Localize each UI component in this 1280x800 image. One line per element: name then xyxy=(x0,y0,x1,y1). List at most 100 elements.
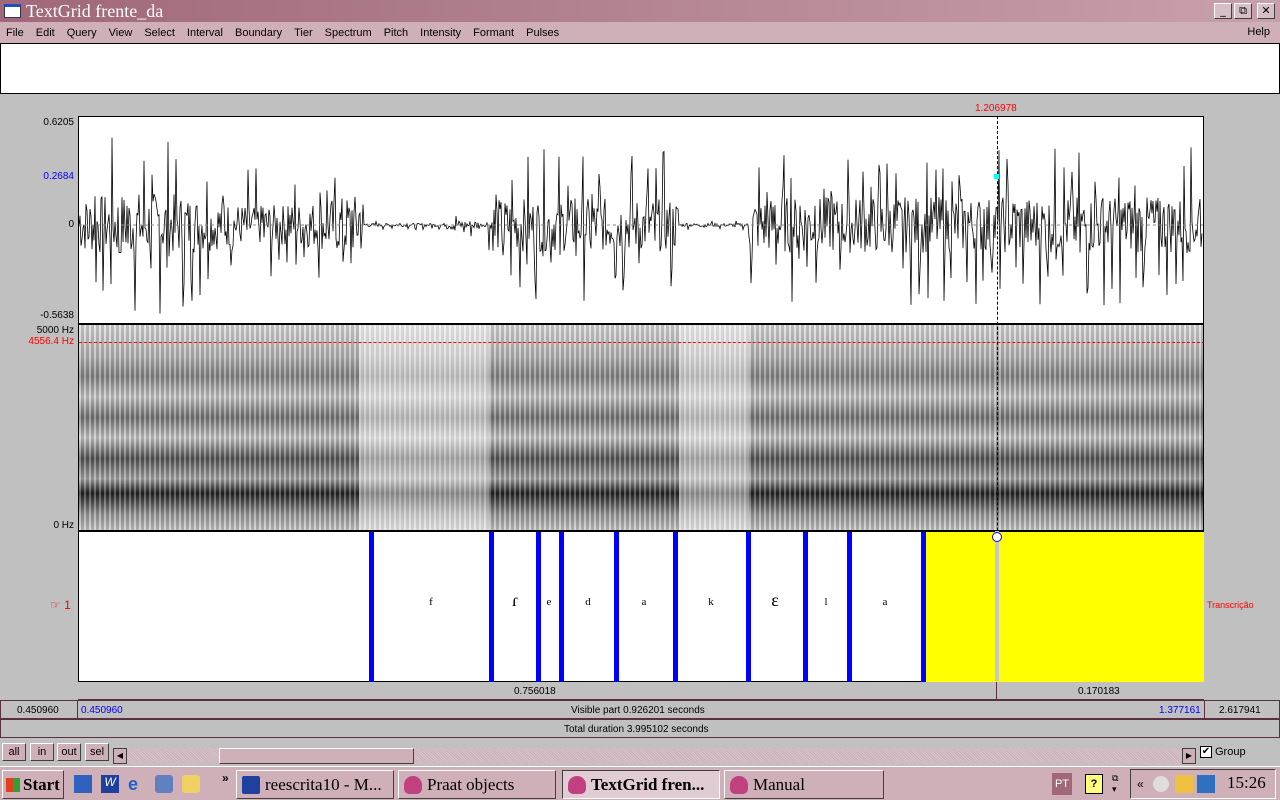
spec-bottom-label: 0 Hz xyxy=(53,520,74,531)
quicklaunch-word-icon[interactable]: W xyxy=(101,775,119,793)
interval-boundary[interactable] xyxy=(847,532,852,682)
help-icon[interactable]: ? xyxy=(1085,774,1103,794)
segment-label[interactable]: ɛ xyxy=(771,590,779,611)
tier-number[interactable]: ☞ 1 xyxy=(50,598,71,612)
visible-part[interactable]: Visible part 0.926201 seconds xyxy=(571,705,705,716)
menu-tier[interactable]: Tier xyxy=(294,27,313,39)
menu-bar: File Edit Query View Select Interval Bou… xyxy=(0,22,1280,43)
app-icon xyxy=(4,4,21,18)
interval-boundary[interactable] xyxy=(559,532,564,682)
total-duration[interactable]: Total duration 3.995102 seconds xyxy=(564,724,709,735)
zoom-in-button[interactable]: in xyxy=(30,743,54,761)
cursor-wave-point xyxy=(994,174,999,179)
segment-label[interactable]: a xyxy=(642,596,647,608)
tray-display-icon[interactable] xyxy=(1175,775,1193,793)
scrollbar-thumb[interactable] xyxy=(219,748,414,764)
praat-icon xyxy=(404,776,422,794)
wave-cursor-label: 0.2684 xyxy=(43,171,74,182)
interval-boundary[interactable] xyxy=(369,532,374,682)
interval-boundary[interactable] xyxy=(536,532,541,682)
tier-1[interactable]: f ɾ e d a k ɛ l a xyxy=(78,531,1204,682)
window-title: TextGrid frente_da xyxy=(26,1,164,21)
quicklaunch-more[interactable]: » xyxy=(222,771,229,785)
title-bar: TextGrid frente_da xyxy=(0,0,1280,22)
menu-interval[interactable]: Interval xyxy=(187,27,223,39)
interval-boundary[interactable] xyxy=(746,532,751,682)
interval-boundary[interactable] xyxy=(673,532,678,682)
task-praat-objects[interactable]: Praat objects xyxy=(398,770,556,799)
spectrogram-panel[interactable] xyxy=(78,324,1204,531)
visible-row: 0.450960 0.450960 Visible part 0.926201 … xyxy=(0,700,1280,719)
cursor-in-tier xyxy=(995,531,999,681)
tray-app-icon[interactable] xyxy=(1153,776,1169,792)
close-button[interactable]: ✕ xyxy=(1257,3,1275,19)
task-label: Manual xyxy=(753,775,805,794)
menu-boundary[interactable]: Boundary xyxy=(235,27,282,39)
menu-pitch[interactable]: Pitch xyxy=(384,27,408,39)
duration-right[interactable]: 0.170183 xyxy=(1078,686,1120,697)
interval-boundary[interactable] xyxy=(489,532,494,682)
total-row: Total duration 3.995102 seconds xyxy=(0,719,1280,738)
group-checkbox[interactable]: ✔ xyxy=(1200,746,1212,758)
praat-icon xyxy=(568,776,586,794)
selected-interval[interactable] xyxy=(923,532,1204,682)
visible-end[interactable]: 1.377161 xyxy=(1159,705,1201,716)
clock: 15:26 xyxy=(1227,773,1266,792)
interval-boundary[interactable] xyxy=(614,532,619,682)
restore-bar-icon[interactable]: ⧉ ▾ xyxy=(1112,773,1118,795)
cursor-time: 1.206978 xyxy=(975,103,1017,114)
minimize-button[interactable]: _ xyxy=(1214,3,1232,19)
segment-label[interactable]: e xyxy=(547,596,552,608)
tray-network-icon[interactable] xyxy=(1197,775,1215,793)
duration-row: 0.756018 0.170183 xyxy=(78,682,1204,700)
quicklaunch-folder-icon[interactable] xyxy=(182,775,200,793)
task-label: Praat objects xyxy=(427,775,515,794)
wave-max-label: 0.6205 xyxy=(43,117,74,128)
stop-region xyxy=(679,325,749,530)
language-indicator[interactable]: PT xyxy=(1052,773,1072,795)
task-word[interactable]: reescrita10 - M... xyxy=(236,770,394,799)
menu-edit[interactable]: Edit xyxy=(36,27,55,39)
quicklaunch-network-icon[interactable] xyxy=(155,775,173,793)
restore-button[interactable]: ⧉ xyxy=(1234,3,1252,19)
cursor-handle[interactable] xyxy=(992,532,1002,542)
task-manual[interactable]: Manual xyxy=(724,770,884,799)
zoom-out-button[interactable]: out xyxy=(57,743,81,761)
window-start[interactable]: 0.450960 xyxy=(17,705,59,716)
start-button[interactable]: Start xyxy=(2,770,64,799)
quicklaunch-ie-icon[interactable]: e xyxy=(128,775,146,793)
menu-file[interactable]: File xyxy=(6,27,24,39)
visible-start[interactable]: 0.450960 xyxy=(81,705,123,716)
window-end[interactable]: 2.617941 xyxy=(1219,705,1261,716)
segment-label[interactable]: k xyxy=(708,596,714,608)
tray-expand-icon[interactable]: « xyxy=(1137,777,1144,791)
waveform-panel[interactable] xyxy=(78,116,1204,324)
start-label: Start xyxy=(23,775,60,794)
menu-spectrum[interactable]: Spectrum xyxy=(325,27,372,39)
segment-label[interactable]: ɾ xyxy=(512,590,518,611)
segment-label[interactable]: f xyxy=(429,596,433,608)
interval-boundary[interactable] xyxy=(921,532,926,682)
zoom-all-button[interactable]: all xyxy=(2,743,26,761)
task-textgrid[interactable]: TextGrid fren... xyxy=(562,770,720,799)
tier-name: Transcrição xyxy=(1207,600,1254,610)
scroll-right-button[interactable]: ▶ xyxy=(1182,748,1196,764)
menu-select[interactable]: Select xyxy=(144,27,175,39)
quicklaunch-desktop-icon[interactable] xyxy=(74,775,92,793)
menu-formant[interactable]: Formant xyxy=(473,27,514,39)
frequency-cursor-line xyxy=(79,342,1203,343)
segment-label[interactable]: a xyxy=(883,596,888,608)
menu-view[interactable]: View xyxy=(109,27,133,39)
segment-label[interactable]: d xyxy=(585,596,591,608)
waveform-trace xyxy=(78,137,1203,314)
zoom-sel-button[interactable]: sel xyxy=(85,743,109,761)
menu-pulses[interactable]: Pulses xyxy=(526,27,559,39)
menu-help[interactable]: Help xyxy=(1247,26,1270,38)
taskbar: Start W e » reescrita10 - M... Praat obj… xyxy=(0,766,1280,800)
menu-intensity[interactable]: Intensity xyxy=(420,27,461,39)
segment-label[interactable]: l xyxy=(824,596,827,608)
scroll-left-button[interactable]: ◀ xyxy=(113,748,127,764)
menu-query[interactable]: Query xyxy=(67,27,97,39)
interval-boundary[interactable] xyxy=(803,532,808,682)
duration-left[interactable]: 0.756018 xyxy=(514,686,556,697)
